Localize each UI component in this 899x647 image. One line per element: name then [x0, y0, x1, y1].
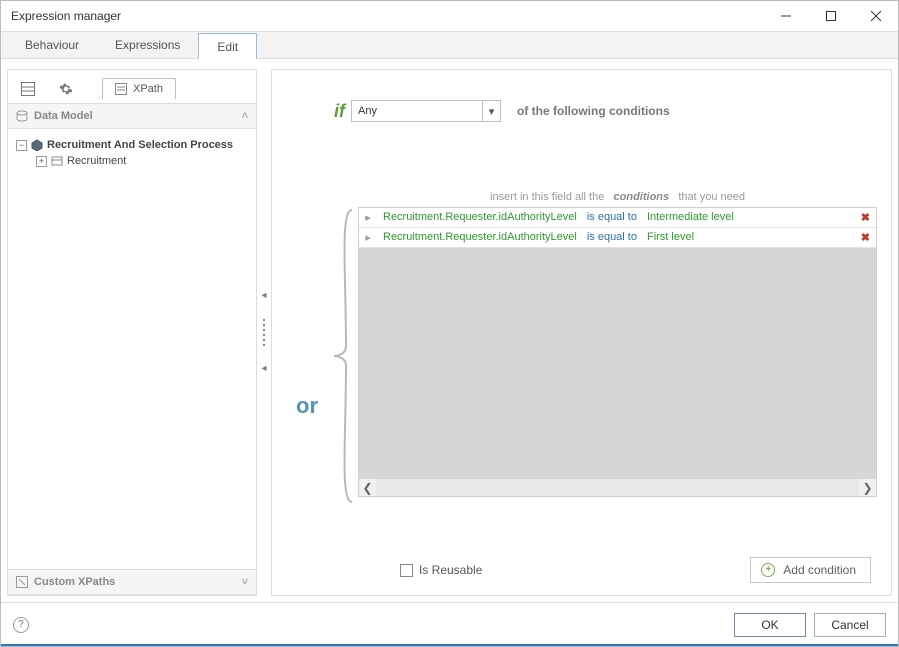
ok-label: OK: [761, 618, 778, 632]
horizontal-scrollbar[interactable]: ❮ ❯: [359, 479, 876, 496]
data-model-header-label: Data Model: [34, 110, 93, 122]
custom-xpaths-section: Custom XPaths ˅: [8, 569, 256, 595]
dialog-footer: ? OK Cancel: [1, 602, 898, 646]
tree-child-label: Recruitment: [67, 155, 126, 167]
left-icon-row: XPath: [8, 70, 256, 103]
row-handle-icon[interactable]: ▸: [363, 211, 373, 224]
condition-row[interactable]: ▸ Recruitment.Requester.idAuthorityLevel…: [359, 228, 876, 248]
triangle-left-icon: ◂: [261, 291, 266, 301]
condition-op: is equal to: [587, 231, 637, 243]
expression-editor: if Any ▾ of the following conditions or …: [271, 69, 892, 596]
titlebar: Expression manager: [1, 1, 898, 31]
hint-post: that you need: [678, 191, 745, 203]
cancel-label: Cancel: [831, 618, 868, 632]
data-model-section: Data Model ˄: [8, 103, 256, 129]
left-panel: XPath Data Model ˄ − Recruitment And Sel…: [7, 69, 257, 596]
chevron-down-icon: ▾: [482, 101, 500, 121]
grid-icon[interactable]: [18, 79, 38, 99]
tab-behaviour[interactable]: Behaviour: [7, 32, 97, 58]
hint-em: conditions: [614, 191, 670, 203]
delete-condition-icon[interactable]: ✖: [861, 211, 870, 224]
main-area: XPath Data Model ˄ − Recruitment And Sel…: [1, 59, 898, 602]
conditions-empty-area: [359, 248, 876, 479]
data-model-tree: − Recruitment And Selection Process + Re…: [8, 129, 256, 569]
condition-expr: Recruitment.Requester.idAuthorityLevel: [383, 211, 577, 223]
data-model-header[interactable]: Data Model ˄: [8, 104, 256, 129]
add-condition-label: Add condition: [783, 563, 856, 577]
if-keyword: if: [334, 101, 345, 122]
maximize-icon: [826, 11, 836, 21]
triangle-left-icon-2: ◂: [261, 364, 266, 374]
expand-icon[interactable]: +: [36, 156, 47, 167]
custom-xpaths-header-label: Custom XPaths: [34, 576, 115, 588]
entity-icon: [51, 155, 63, 167]
add-condition-button[interactable]: + Add condition: [750, 557, 871, 583]
delete-condition-icon[interactable]: ✖: [861, 231, 870, 244]
splitter-dots: [263, 319, 265, 346]
or-block: or insert in this field all the conditio…: [286, 136, 877, 545]
condition-val: First level: [647, 231, 694, 243]
tabstrip: Behaviour Expressions Edit: [1, 31, 898, 59]
gear-icon[interactable]: [56, 79, 76, 99]
tree-root-row[interactable]: − Recruitment And Selection Process: [14, 137, 250, 153]
condition-row[interactable]: ▸ Recruitment.Requester.idAuthorityLevel…: [359, 208, 876, 228]
close-button[interactable]: [853, 1, 898, 31]
hint-pre: insert in this field all the: [490, 191, 604, 203]
editor-footer: Is Reusable + Add condition: [286, 545, 877, 583]
window: Expression manager Behaviour Expressions…: [0, 0, 899, 647]
xpath-tab[interactable]: XPath: [102, 78, 176, 99]
is-reusable-label: Is Reusable: [419, 563, 482, 577]
cancel-button[interactable]: Cancel: [814, 613, 886, 637]
path-icon: [16, 576, 28, 588]
xpath-tab-label: XPath: [133, 83, 163, 95]
quantifier-value: Any: [358, 105, 377, 117]
cube-icon: [31, 139, 43, 151]
brace-icon: [328, 176, 358, 506]
if-row: if Any ▾ of the following conditions: [286, 100, 877, 122]
close-icon: [871, 11, 881, 21]
conditions-box: ▸ Recruitment.Requester.idAuthorityLevel…: [358, 207, 877, 497]
help-icon[interactable]: ?: [13, 617, 29, 633]
accent-underline: [1, 644, 898, 646]
tab-expressions[interactable]: Expressions: [97, 32, 198, 58]
custom-xpaths-header[interactable]: Custom XPaths ˅: [8, 570, 256, 595]
minimize-button[interactable]: [763, 1, 808, 31]
condition-val: Intermediate level: [647, 211, 734, 223]
conditions-area: insert in this field all the conditions …: [358, 185, 877, 497]
minimize-icon: [781, 11, 791, 21]
or-keyword: or: [286, 263, 328, 419]
quantifier-dropdown[interactable]: Any ▾: [351, 100, 501, 122]
tree-root-label: Recruitment And Selection Process: [47, 139, 233, 151]
row-handle-icon[interactable]: ▸: [363, 231, 373, 244]
condition-op: is equal to: [587, 211, 637, 223]
scroll-right-icon[interactable]: ❯: [859, 479, 876, 496]
xpath-icon: [115, 83, 127, 95]
if-rest-label: of the following conditions: [517, 104, 670, 118]
chevron-up-icon: ˄: [242, 110, 248, 122]
window-title: Expression manager: [11, 9, 121, 23]
tab-edit[interactable]: Edit: [198, 33, 257, 59]
maximize-button[interactable]: [808, 1, 853, 31]
plus-icon: +: [761, 563, 775, 577]
is-reusable-checkbox[interactable]: [400, 564, 413, 577]
tree-child-row[interactable]: + Recruitment: [14, 153, 250, 169]
scroll-left-icon[interactable]: ❮: [359, 479, 376, 496]
collapse-icon[interactable]: −: [16, 140, 27, 151]
conditions-hint: insert in this field all the conditions …: [358, 185, 877, 207]
ok-button[interactable]: OK: [734, 613, 806, 637]
condition-expr: Recruitment.Requester.idAuthorityLevel: [383, 231, 577, 243]
scroll-track[interactable]: [376, 479, 859, 496]
database-icon: [16, 110, 28, 122]
splitter[interactable]: ◂ ◂: [257, 69, 271, 596]
chevron-down-icon: ˅: [242, 576, 248, 588]
